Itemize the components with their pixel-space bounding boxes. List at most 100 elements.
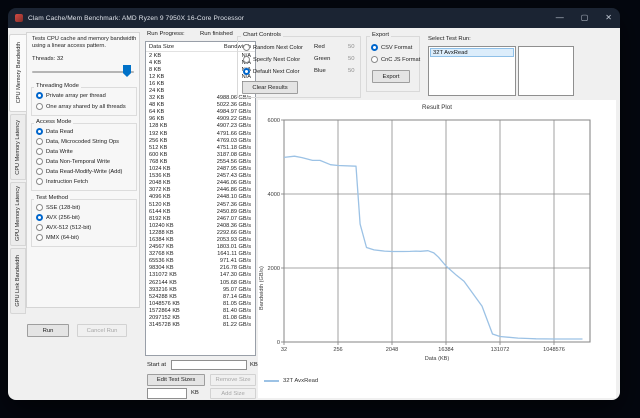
table-row[interactable]: 1048576 KB81.05 GB/s — [146, 300, 255, 307]
radio-icon — [36, 178, 43, 185]
export-button[interactable]: Export — [372, 70, 410, 83]
svg-text:2000: 2000 — [268, 266, 280, 272]
radio-icon — [36, 234, 43, 241]
radio-csv-format[interactable]: CSV Format — [371, 44, 412, 51]
radio-mmx-64[interactable]: MMX (64-bit) — [36, 234, 79, 241]
table-row[interactable]: 96 KB4909.22 GB/s — [146, 116, 255, 123]
table-row[interactable]: 262144 KB105.68 GB/s — [146, 279, 255, 286]
radio-data-read-modify-write[interactable]: Data Read-Modify-Write (Add) — [36, 168, 122, 175]
table-row[interactable]: 1536 KB2457.43 GB/s — [146, 173, 255, 180]
edit-test-sizes-button[interactable]: Edit Test Sizes — [147, 374, 205, 386]
export-caption: Export — [370, 32, 391, 38]
cancel-run-button[interactable]: Cancel Run — [77, 324, 127, 337]
table-row[interactable]: 2048 KB2446.06 GB/s — [146, 180, 255, 187]
x-axis-label: Data (KB) — [284, 356, 590, 362]
run-progress-label: Run Progress: — [147, 31, 185, 37]
threads-slider-track[interactable] — [32, 71, 134, 73]
threads-slider-thumb[interactable] — [123, 65, 131, 77]
clear-results-button[interactable]: Clear Results — [242, 81, 298, 94]
table-row[interactable]: 2097152 KB81.08 GB/s — [146, 314, 255, 321]
test-description: Tests CPU cache and memory bandwidth usi… — [32, 36, 138, 51]
radio-data-microcoded-string-ops[interactable]: Data, Microcoded String Ops — [36, 138, 119, 145]
radio-default-next-color[interactable]: Default Next Color — [243, 68, 299, 75]
start-at-input[interactable] — [171, 360, 247, 370]
run-button[interactable]: Run — [27, 324, 69, 337]
y-axis-label: Bandwidth (GB/s) — [259, 170, 265, 310]
start-at-unit: KB — [250, 362, 258, 368]
tab-gpu-link-bandwidth[interactable]: GPU Link Bandwidth — [10, 248, 26, 314]
radio-cnc-js-format[interactable]: CnC JS Format — [371, 56, 420, 63]
add-size-button[interactable]: Add Size — [210, 388, 256, 399]
table-row[interactable]: 12288 KB2292.66 GB/s — [146, 229, 255, 236]
test-run-listbox[interactable]: 32T AvxRead — [428, 46, 516, 96]
chart-controls-caption: Chart Controls — [241, 32, 283, 38]
table-row[interactable]: 98304 KB216.78 GB/s — [146, 265, 255, 272]
info-box[interactable] — [518, 46, 574, 96]
table-row[interactable]: 24567 KB1803.01 GB/s — [146, 244, 255, 251]
table-row[interactable]: 192 KB4791.66 GB/s — [146, 130, 255, 137]
radio-sse-128[interactable]: SSE (128-bit) — [36, 204, 80, 211]
table-row[interactable]: 393216 KB95.07 GB/s — [146, 286, 255, 293]
table-row[interactable]: 1024 KB2487.95 GB/s — [146, 166, 255, 173]
tab-gpu-memory-latency[interactable]: GPU Memory Latency — [10, 182, 26, 246]
svg-text:6000: 6000 — [268, 118, 280, 124]
table-row[interactable]: 131072 KB147.30 GB/s — [146, 272, 255, 279]
tab-cpu-memory-bandwidth[interactable]: CPU Memory Bandwidth — [9, 34, 27, 112]
radio-avx-512[interactable]: AVX-512 (512-bit) — [36, 224, 91, 231]
chart-title: Result Plot — [284, 104, 590, 111]
radio-icon — [36, 138, 43, 145]
legend-label: 32T AvxRead — [283, 378, 318, 384]
radio-data-non-temporal-write[interactable]: Data Non-Temporal Write — [36, 158, 110, 165]
test-run-item[interactable]: 32T AvxRead — [430, 48, 514, 57]
table-row[interactable]: 3145728 KB81.22 GB/s — [146, 322, 255, 329]
red-value[interactable]: 50 — [348, 44, 355, 50]
blue-value[interactable]: 50 — [348, 68, 355, 74]
table-row[interactable]: 768 KB2554.56 GB/s — [146, 158, 255, 165]
table-row[interactable]: 524288 KB87.14 GB/s — [146, 293, 255, 300]
radio-icon — [36, 148, 43, 155]
table-row[interactable]: 3072 KB2446.86 GB/s — [146, 187, 255, 194]
table-row[interactable]: 48 KB5022.36 GB/s — [146, 102, 255, 109]
table-row[interactable]: 1572864 KB81.40 GB/s — [146, 307, 255, 314]
svg-text:0: 0 — [277, 340, 280, 346]
table-row[interactable]: 32768 KB1641.11 GB/s — [146, 251, 255, 258]
table-row[interactable]: 10240 KB2408.36 GB/s — [146, 222, 255, 229]
table-row[interactable]: 600 KB3187.08 GB/s — [146, 151, 255, 158]
svg-text:2048: 2048 — [386, 347, 398, 353]
threads-label: Threads: 32 — [32, 56, 63, 62]
radio-avx-256[interactable]: AVX (256-bit) — [36, 214, 80, 221]
table-row[interactable]: 16384 KB2053.93 GB/s — [146, 236, 255, 243]
radio-instruction-fetch[interactable]: Instruction Fetch — [36, 178, 88, 185]
table-row[interactable]: 512 KB4751.18 GB/s — [146, 144, 255, 151]
table-row[interactable]: 64 KB4984.97 GB/s — [146, 109, 255, 116]
table-row[interactable]: 128 KB4907.23 GB/s — [146, 123, 255, 130]
minimize-button[interactable]: — — [556, 14, 564, 22]
maximize-button[interactable]: ▢ — [581, 14, 589, 22]
column-data-size[interactable]: Data Size — [146, 44, 174, 50]
legend-swatch — [264, 380, 279, 382]
close-button[interactable]: ✕ — [605, 14, 612, 22]
table-row[interactable]: 8192 KB2467.07 GB/s — [146, 215, 255, 222]
radio-private-array-per-thread[interactable]: Private array per thread — [36, 92, 106, 99]
threading-mode-caption: Threading Mode — [34, 83, 81, 89]
radio-data-read[interactable]: Data Read — [36, 128, 73, 135]
radio-one-array-shared[interactable]: One array shared by all threads — [36, 103, 126, 110]
radio-icon — [36, 204, 43, 211]
green-value[interactable]: 50 — [348, 56, 355, 62]
table-row[interactable]: 4096 KB2448.10 GB/s — [146, 194, 255, 201]
table-row[interactable]: 256 KB4769.03 GB/s — [146, 137, 255, 144]
radio-icon — [36, 168, 43, 175]
svg-text:131072: 131072 — [491, 347, 510, 353]
tab-cpu-memory-latency[interactable]: CPU Memory Latency — [10, 114, 26, 180]
table-row[interactable]: 6144 KB2450.89 GB/s — [146, 208, 255, 215]
radio-specify-next-color[interactable]: Specify Next Color — [243, 56, 300, 63]
plot-canvas: 3225620481638413107210485760200040006000 — [258, 100, 616, 398]
title-bar[interactable]: Clam Cache/Mem Benchmark: AMD Ryzen 9 79… — [8, 8, 620, 28]
add-size-input[interactable] — [147, 388, 187, 399]
radio-random-next-color[interactable]: Random Next Color — [243, 44, 303, 51]
table-row[interactable]: 65536 KB971.41 GB/s — [146, 258, 255, 265]
radio-data-write[interactable]: Data Write — [36, 148, 73, 155]
svg-text:256: 256 — [333, 347, 342, 353]
remove-size-button[interactable]: Remove Size — [210, 374, 256, 386]
table-row[interactable]: 5120 KB2457.36 GB/s — [146, 201, 255, 208]
